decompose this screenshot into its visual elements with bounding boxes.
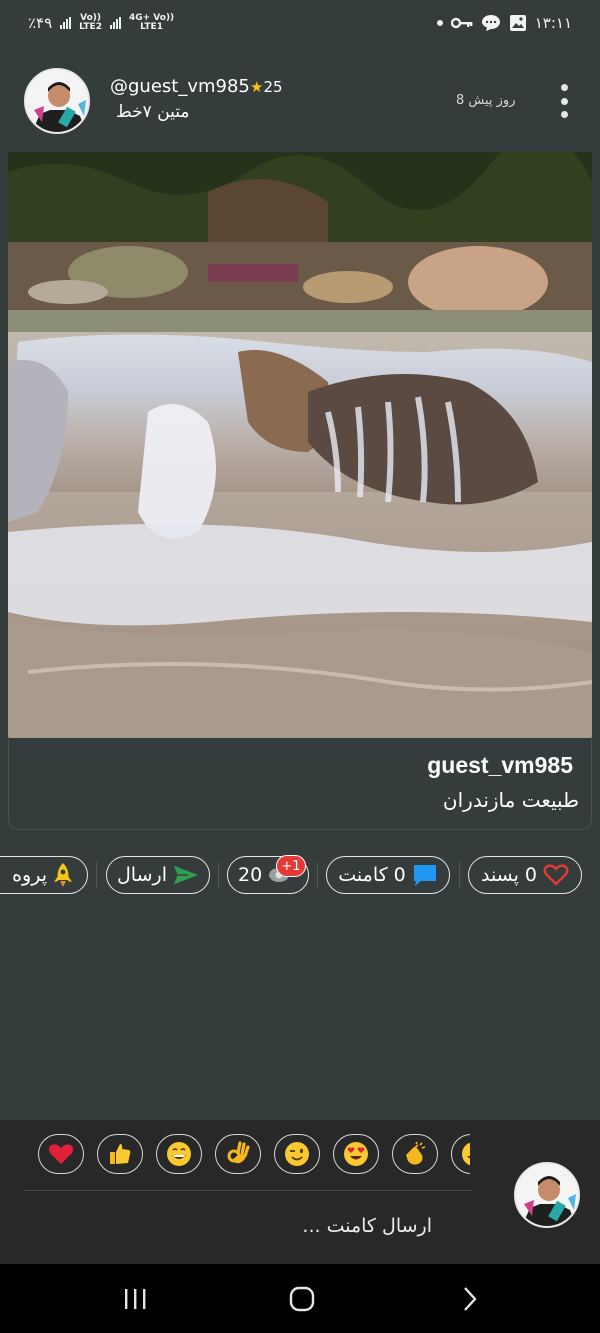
like-count: 0 <box>524 864 538 886</box>
my-avatar-image <box>516 1164 578 1226</box>
thumbs-up-icon <box>110 1144 131 1164</box>
like-button[interactable]: پسند 0 <box>468 856 582 894</box>
send-label: ارسال <box>117 864 167 886</box>
star-icon: ★ <box>250 78 264 96</box>
recent-apps-button[interactable] <box>120 1286 150 1312</box>
signal-2-icon <box>109 17 121 29</box>
send-button[interactable]: ارسال <box>106 856 210 894</box>
comment-button[interactable]: کامنت 0 <box>326 856 450 894</box>
system-nav-bar <box>0 1264 600 1333</box>
separator <box>96 862 97 888</box>
author-stars: ★25 <box>250 78 283 96</box>
back-button[interactable] <box>455 1286 485 1312</box>
status-bar: ٪۴۹ Vo)) LTE2 4G+ Vo)) LTE1 ۱۳:۱۱ <box>0 0 600 46</box>
author-avatar[interactable] <box>24 68 90 134</box>
views-badge: +1 <box>276 855 306 877</box>
emoji-heart-button[interactable] <box>38 1134 84 1174</box>
separator <box>459 862 460 888</box>
promote-button[interactable]: پروه <box>0 856 88 894</box>
grin-emoji-icon <box>167 1142 191 1166</box>
sim-2-label: 4G+ Vo)) LTE1 <box>128 13 175 32</box>
recent-apps-icon <box>125 1289 146 1309</box>
comment-area <box>0 1120 600 1264</box>
post-time-ago: 8 روز پیش <box>456 93 516 108</box>
comment-label: کامنت <box>338 864 388 886</box>
status-left: ٪۴۹ Vo)) LTE2 4G+ Vo)) LTE1 <box>28 13 175 33</box>
emoji-heart-eyes-button[interactable] <box>333 1134 379 1174</box>
status-right: ۱۳:۱۱ <box>436 14 572 32</box>
dot-icon <box>436 20 443 26</box>
emoji-ok-hand-button[interactable] <box>215 1134 261 1174</box>
post-image[interactable] <box>8 152 592 738</box>
emoji-laugh-button[interactable] <box>451 1134 470 1174</box>
emoji-wink-button[interactable] <box>274 1134 320 1174</box>
gallery-icon <box>509 15 526 31</box>
caption-username[interactable]: guest_vm985 <box>427 752 573 779</box>
emoji-thumbs-up-button[interactable] <box>97 1134 143 1174</box>
comment-count: 0 <box>393 864 406 886</box>
emoji-grin-button[interactable] <box>156 1134 202 1174</box>
heart-eyes-emoji-icon <box>344 1142 368 1166</box>
comment-input[interactable] <box>24 1206 472 1246</box>
battery-indicator: ٪۴۹ <box>28 14 53 32</box>
laugh-emoji-icon <box>462 1142 470 1166</box>
like-label: پسند <box>480 864 519 886</box>
heart-emoji-icon <box>48 1144 74 1164</box>
post-font-name: متین ۷خط <box>116 102 190 122</box>
ok-hand-icon <box>227 1141 250 1164</box>
key-icon <box>450 17 473 29</box>
emoji-strip <box>0 1134 470 1178</box>
home-button[interactable] <box>287 1286 317 1312</box>
avatar-image <box>26 70 88 132</box>
send-icon <box>173 865 199 885</box>
clap-icon <box>406 1141 426 1165</box>
comment-bubble-icon <box>413 865 436 886</box>
sim-1-label: Vo)) LTE2 <box>79 13 102 32</box>
chat-icon <box>481 15 500 31</box>
home-icon <box>289 1286 315 1312</box>
my-avatar[interactable] <box>514 1162 580 1228</box>
emoji-clap-button[interactable] <box>392 1134 438 1174</box>
heart-icon <box>543 864 569 886</box>
caption-text: طبیعت مازندران <box>442 788 579 812</box>
clock: ۱۳:۱۱ <box>534 14 572 32</box>
signal-1-icon <box>60 17 72 29</box>
wink-emoji-icon <box>285 1142 309 1166</box>
separator <box>218 862 219 888</box>
views-count: 20 <box>238 864 263 886</box>
separator <box>317 862 318 888</box>
post-header: @guest_vm985 ★25 متین ۷خط 8 روز پیش <box>0 66 600 138</box>
more-options-icon[interactable] <box>552 84 576 118</box>
rocket-icon <box>54 863 72 887</box>
back-chevron-icon <box>464 1287 477 1311</box>
author-username[interactable]: @guest_vm985 <box>110 76 250 97</box>
waterfall-photo <box>8 152 592 738</box>
caption-card: guest_vm985 طبیعت مازندران <box>8 738 592 830</box>
comment-divider <box>24 1190 472 1191</box>
promote-label: پروه <box>12 864 47 886</box>
